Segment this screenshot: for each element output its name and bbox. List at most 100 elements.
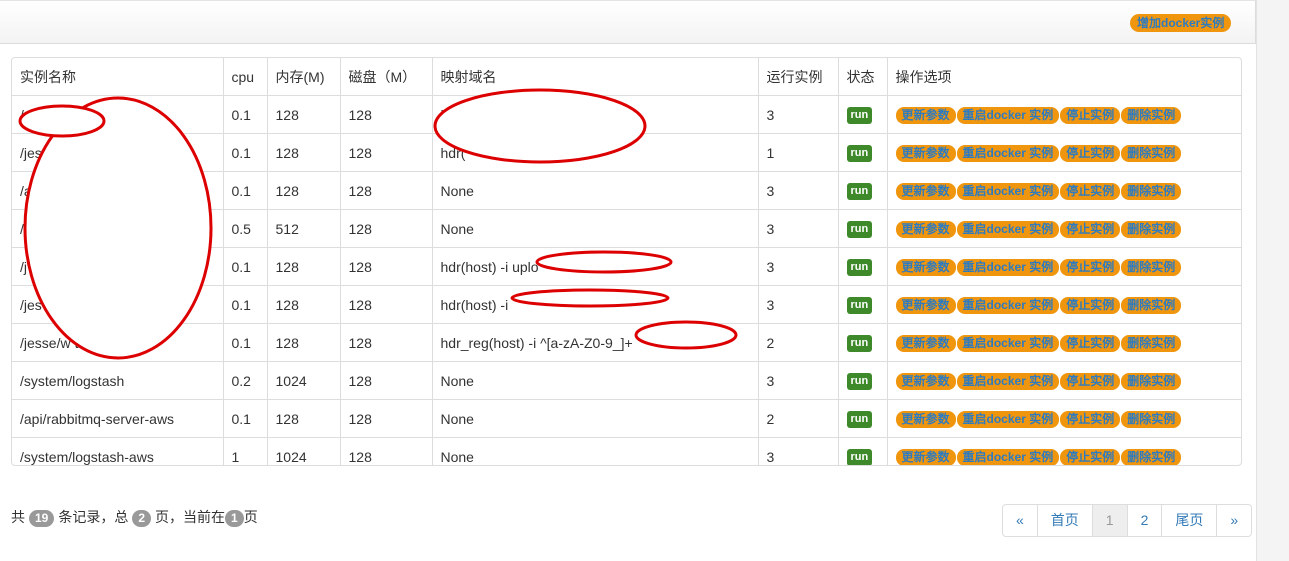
table-header-row: 实例名称 cpu 内存(M) 磁盘（M） 映射域名 运行实例 状态 操作选项: [12, 58, 1241, 96]
total-records-badge: 19: [29, 510, 55, 527]
pagination: « 首页 1 2 尾页 »: [1002, 504, 1253, 537]
update-params-button[interactable]: 更新参数: [895, 220, 956, 238]
add-docker-instance-button[interactable]: 增加docker实例: [1130, 14, 1232, 32]
pager-first[interactable]: 首页: [1038, 505, 1093, 536]
running-instances-value: 3: [758, 209, 839, 248]
table-row: /api/rabbitmq-server-aws 0.1 128 128 None 2 ru…: [12, 399, 1241, 438]
stop-instance-button[interactable]: 停止实例: [1060, 182, 1121, 200]
delete-instance-button[interactable]: 删除实例: [1121, 410, 1182, 428]
memory-value: 128: [267, 133, 341, 172]
col-header-running-instances: 运行实例: [758, 58, 839, 96]
stop-instance-button[interactable]: 停止实例: [1060, 258, 1121, 276]
delete-instance-button[interactable]: 删除实例: [1121, 106, 1182, 124]
status-cell: run: [838, 171, 888, 210]
disk-value: 128: [340, 323, 433, 362]
running-instances-value: 2: [758, 323, 839, 362]
update-params-button[interactable]: 更新参数: [895, 372, 956, 390]
memory-value: 128: [267, 285, 341, 324]
restart-docker-button[interactable]: 重启docker 实例: [956, 144, 1060, 162]
update-params-button[interactable]: 更新参数: [895, 448, 956, 465]
delete-instance-button[interactable]: 删除实例: [1121, 372, 1182, 390]
status-cell: run: [838, 437, 888, 465]
cpu-value: 0.1: [223, 171, 268, 210]
stop-instance-button[interactable]: 停止实例: [1060, 448, 1121, 465]
domain-value: None: [432, 437, 759, 465]
status-badge: run: [846, 259, 873, 276]
restart-docker-button[interactable]: 重启docker 实例: [956, 258, 1060, 276]
actions-cell: 更新参数 重启docker 实例 停止实例 删除实例: [887, 247, 1241, 286]
domain-value: h: [432, 95, 759, 134]
instance-name: /api/rabbitmq-server-aws: [12, 399, 224, 438]
actions-cell: 更新参数 重启docker 实例 停止实例 删除实例: [887, 171, 1241, 210]
actions-cell: 更新参数 重启docker 实例 停止实例 删除实例: [887, 323, 1241, 362]
stop-instance-button[interactable]: 停止实例: [1060, 296, 1121, 314]
disk-value: 128: [340, 133, 433, 172]
table-row: /jes 0.1 128 128 hdr(host) -i 3 run 更新参数 重启docke…: [12, 285, 1241, 324]
top-toolbar: 增加docker实例: [0, 0, 1256, 44]
delete-instance-button[interactable]: 删除实例: [1121, 144, 1182, 162]
cpu-value: 0.1: [223, 399, 268, 438]
status-cell: run: [838, 247, 888, 286]
restart-docker-button[interactable]: 重启docker 实例: [956, 220, 1060, 238]
restart-docker-button[interactable]: 重启docker 实例: [956, 372, 1060, 390]
col-header-disk: 磁盘（M）: [340, 58, 433, 96]
stop-instance-button[interactable]: 停止实例: [1060, 372, 1121, 390]
pager-next[interactable]: »: [1217, 505, 1251, 536]
cpu-value: 1: [223, 437, 268, 465]
status-badge: run: [846, 411, 873, 428]
stop-instance-button[interactable]: 停止实例: [1060, 410, 1121, 428]
scrollbar-gutter[interactable]: [1256, 0, 1289, 561]
stop-instance-button[interactable]: 停止实例: [1060, 334, 1121, 352]
instance-name: /system/logstash-aws: [12, 437, 224, 465]
pager-last[interactable]: 尾页: [1162, 505, 1218, 536]
delete-instance-button[interactable]: 删除实例: [1121, 296, 1182, 314]
actions-cell: 更新参数 重启docker 实例 停止实例 删除实例: [887, 285, 1241, 324]
pager-prev[interactable]: «: [1003, 505, 1038, 536]
update-params-button[interactable]: 更新参数: [895, 144, 956, 162]
restart-docker-button[interactable]: 重启docker 实例: [956, 182, 1060, 200]
disk-value: 128: [340, 95, 433, 134]
pager-page-2[interactable]: 2: [1128, 505, 1163, 536]
instance-name: /: [12, 209, 224, 248]
restart-docker-button[interactable]: 重启docker 实例: [956, 448, 1060, 465]
actions-cell: 更新参数 重启docker 实例 停止实例 删除实例: [887, 95, 1241, 134]
table-row: /a 0.1 128 128 h 3 run 更新参数 重启docker 实例 停止实例 删除实例: [12, 95, 1241, 134]
cpu-value: 0.5: [223, 209, 268, 248]
restart-docker-button[interactable]: 重启docker 实例: [956, 296, 1060, 314]
restart-docker-button[interactable]: 重启docker 实例: [956, 334, 1060, 352]
delete-instance-button[interactable]: 删除实例: [1121, 448, 1182, 465]
update-params-button[interactable]: 更新参数: [895, 106, 956, 124]
delete-instance-button[interactable]: 删除实例: [1121, 334, 1182, 352]
running-instances-value: 2: [758, 399, 839, 438]
running-instances-value: 3: [758, 171, 839, 210]
update-params-button[interactable]: 更新参数: [895, 410, 956, 428]
restart-docker-button[interactable]: 重启docker 实例: [956, 106, 1060, 124]
stop-instance-button[interactable]: 停止实例: [1060, 144, 1121, 162]
table-row: /0.5 512 128 None 3 run 更新参数 重启docker 实例 停止实例 删除实…: [12, 209, 1241, 248]
delete-instance-button[interactable]: 删除实例: [1121, 258, 1182, 276]
memory-value: 1024: [267, 361, 341, 400]
summary-suffix: 页: [243, 509, 258, 525]
status-badge: run: [846, 373, 873, 390]
status-badge: run: [846, 107, 873, 124]
memory-value: 128: [267, 171, 341, 210]
col-header-domain: 映射域名: [432, 58, 759, 96]
domain-value: hdr_reg(host) -i ^[a-zA-Z0-9_]+: [432, 323, 759, 362]
delete-instance-button[interactable]: 删除实例: [1121, 220, 1182, 238]
stop-instance-button[interactable]: 停止实例: [1060, 220, 1121, 238]
pager-page-1[interactable]: 1: [1092, 505, 1128, 536]
update-params-button[interactable]: 更新参数: [895, 334, 956, 352]
summary-mid2: 页，当前在: [155, 509, 226, 525]
record-summary: 共 19 条记录，总 2 页，当前在 1 页: [11, 507, 258, 527]
delete-instance-button[interactable]: 删除实例: [1121, 182, 1182, 200]
restart-docker-button[interactable]: 重启docker 实例: [956, 410, 1060, 428]
disk-value: 128: [340, 399, 433, 438]
stop-instance-button[interactable]: 停止实例: [1060, 106, 1121, 124]
running-instances-value: 3: [758, 95, 839, 134]
update-params-button[interactable]: 更新参数: [895, 182, 956, 200]
table-row: /system/logstash 0.2 1024 128 None 3 run 更新参数 重启…: [12, 361, 1241, 400]
update-params-button[interactable]: 更新参数: [895, 296, 956, 314]
col-header-actions: 操作选项: [887, 58, 1241, 96]
update-params-button[interactable]: 更新参数: [895, 258, 956, 276]
summary-mid1: 条记录，总: [58, 509, 129, 525]
